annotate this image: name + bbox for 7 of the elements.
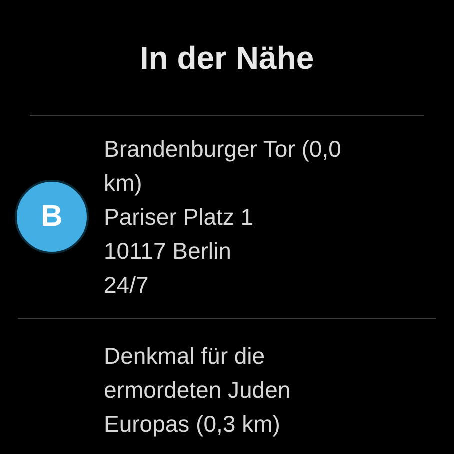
place-avatar: B [15, 180, 89, 254]
place-detail: 24/7 [104, 271, 150, 300]
place-detail: 10117 Berlin [104, 237, 232, 266]
place-name[interactable]: Denkmal für die ermordeten Juden Europas (0,3 km) [104, 339, 362, 441]
screen-title: In der Nähe [138, 39, 316, 78]
place-detail: Pariser Platz 1 [104, 203, 255, 232]
place-name[interactable]: Brandenburger Tor (0,0 km) [104, 132, 362, 200]
